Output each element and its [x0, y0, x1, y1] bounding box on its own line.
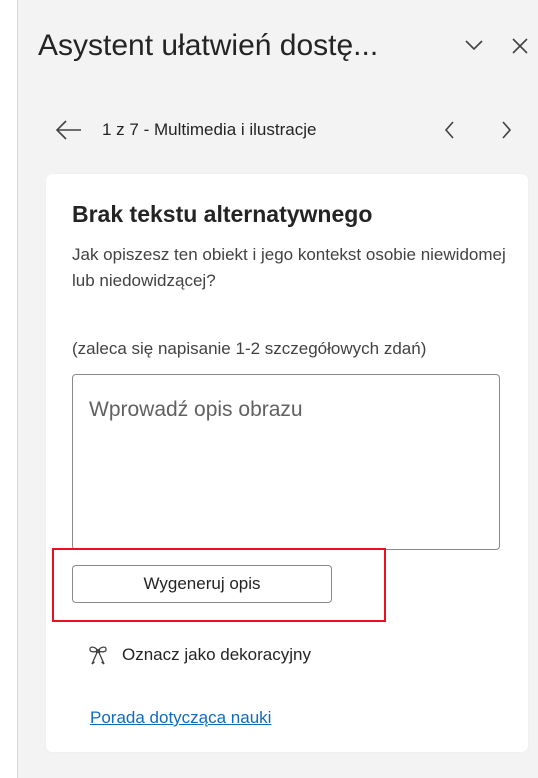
pane-header: Asystent ułatwień dostę... [38, 24, 538, 74]
issue-counter-label: 1 z 7 - Multimedia i ilustracje [102, 120, 317, 139]
learning-tip-link[interactable]: Porada dotycząca nauki [90, 705, 271, 731]
card-description: Jak opiszesz ten obiekt i jego kontekst … [72, 245, 506, 290]
alt-text-input[interactable]: Wprowadź opis obrazu [72, 374, 500, 550]
chevron-left-icon [444, 121, 454, 139]
alt-text-placeholder: Wprowadź opis obrazu [89, 398, 303, 421]
generate-description-label: Wygeneruj opis [143, 574, 261, 593]
missing-alt-text-card: Brak tekstu alternatywnego Jak opiszesz … [46, 174, 528, 752]
previous-issue-button[interactable] [438, 116, 462, 144]
document-edge [0, 0, 18, 778]
close-pane-button[interactable] [504, 30, 536, 62]
pane-options-button[interactable] [458, 30, 490, 62]
generate-description-button[interactable]: Wygeneruj opis [72, 565, 332, 603]
card-title: Brak tekstu alternatywnego [72, 201, 373, 227]
next-issue-button[interactable] [494, 116, 518, 144]
card-hint: (zaleca się napisanie 1-2 szczegółowych … [72, 339, 427, 358]
arrow-left-icon [55, 120, 81, 140]
chevron-down-icon [465, 40, 483, 51]
pane-title: Asystent ułatwień dostę... [38, 29, 379, 62]
chevron-right-icon [502, 121, 512, 139]
ribbon-icon [89, 646, 107, 665]
mark-decorative-label: Oznacz jako dekoracyjny [122, 645, 311, 664]
accessibility-pane: Asystent ułatwień dostę... 1 z 7 - Multi… [18, 0, 538, 778]
back-button[interactable] [54, 116, 84, 144]
close-icon [512, 38, 528, 54]
issue-navigation: 1 z 7 - Multimedia i ilustracje [38, 112, 538, 148]
